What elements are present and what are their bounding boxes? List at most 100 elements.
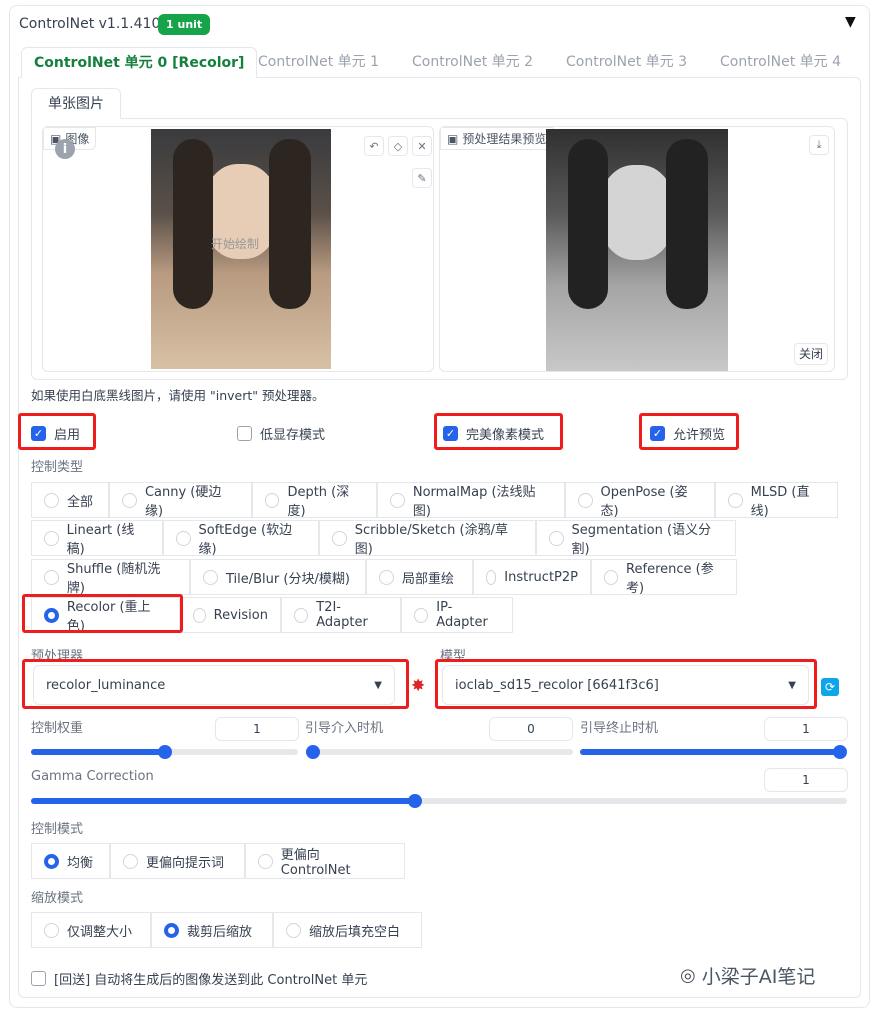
radio-dot[interactable] [549, 530, 564, 546]
run-preprocessor-icon[interactable]: ✸ [411, 676, 425, 696]
weight-label: 控制权重 [31, 721, 84, 736]
control-type-reference[interactable]: Reference (参考) [591, 559, 737, 596]
slider-fill [31, 749, 165, 755]
radio-dot[interactable] [203, 569, 218, 585]
radio-dot[interactable] [390, 492, 405, 508]
brush-icon[interactable]: ✎ [412, 168, 432, 188]
resize-mode-crop-resize[interactable]: 裁剪后缩放 [151, 912, 273, 948]
resize-mode-fill[interactable]: 缩放后填充空白 [273, 912, 422, 948]
end-input[interactable]: 1 [764, 717, 848, 741]
radio-dot[interactable] [486, 569, 497, 585]
radio-dot[interactable] [122, 492, 137, 508]
checkbox-box[interactable] [31, 971, 46, 986]
control-type-t2i-adapter[interactable]: T2I-Adapter [281, 597, 401, 633]
control-type-label: 控制类型 [31, 460, 84, 475]
radio-dot[interactable] [44, 922, 59, 938]
control-mode-controlnet[interactable]: 更偏向 ControlNet [245, 843, 405, 879]
control-type-openpose[interactable]: OpenPose (姿态) [565, 482, 715, 519]
slider-thumb[interactable] [833, 745, 847, 759]
model-select[interactable]: ioclab_sd15_recolor [6641f3c6] ▼ [442, 665, 809, 705]
weight-slider[interactable] [31, 745, 298, 759]
radio-dot[interactable] [123, 853, 138, 869]
radio-dot[interactable] [414, 607, 429, 623]
radio-dot[interactable] [728, 492, 743, 508]
control-type-all[interactable]: 全部 [31, 482, 109, 518]
panel-title[interactable]: ControlNet v1.1.410 [19, 16, 160, 32]
radio-dot[interactable] [164, 922, 179, 938]
checkbox-box[interactable]: ✓ [650, 426, 665, 441]
start-input[interactable]: 0 [489, 717, 573, 741]
close-preview-button[interactable]: 关闭 [794, 343, 829, 365]
close-icon[interactable]: ✕ [412, 136, 432, 156]
control-type-scribble[interactable]: Scribble/Sketch (涂鸦/草图) [319, 520, 536, 557]
undo-icon[interactable]: ↶ [364, 136, 384, 156]
control-type-ip-adapter[interactable]: IP-Adapter [401, 597, 513, 633]
control-type-mlsd[interactable]: MLSD (直线) [715, 482, 838, 519]
resize-mode-just-resize[interactable]: 仅调整大小 [31, 912, 151, 948]
tab-single-image[interactable]: 单张图片 [31, 88, 121, 119]
collapse-icon[interactable]: ▼ [845, 14, 856, 30]
control-mode-prompt[interactable]: 更偏向提示词 [110, 843, 245, 879]
checkbox-box[interactable] [237, 426, 252, 441]
input-image-canvas[interactable]: ▣ 图像 i 开始绘制 ↶ ◇ ✕ ✎ [42, 126, 434, 372]
allow-preview-checkbox[interactable]: ✓ 允许预览 [650, 424, 725, 443]
radio-dot[interactable] [44, 569, 59, 585]
control-type-inpaint[interactable]: 局部重绘 [366, 559, 473, 595]
control-type-softedge[interactable]: SoftEdge (软边缘) [163, 520, 319, 557]
tab-unit-2[interactable]: ControlNet 单元 2 [400, 47, 545, 78]
radio-dot[interactable] [44, 530, 59, 546]
tab-unit-1[interactable]: ControlNet 单元 1 [246, 47, 391, 78]
control-mode-balanced[interactable]: 均衡 [31, 843, 110, 879]
radio-dot[interactable] [44, 492, 59, 508]
loopback-checkbox[interactable]: [回送] 自动将生成后的图像发送到此 ControlNet 单元 [31, 969, 367, 988]
control-type-shuffle[interactable]: Shuffle (随机洗牌) [31, 559, 190, 596]
control-type-instructp2p[interactable]: InstructP2P [473, 559, 591, 595]
radio-dot[interactable] [258, 853, 273, 869]
hair-left [568, 139, 608, 309]
radio-dot[interactable] [286, 922, 301, 938]
checkbox-box[interactable]: ✓ [31, 426, 46, 441]
slider-thumb[interactable] [306, 745, 320, 759]
radio-dot[interactable] [332, 530, 347, 546]
start-slider[interactable] [306, 745, 573, 759]
gamma-input[interactable]: 1 [764, 768, 848, 792]
control-type-depth[interactable]: Depth (深度) [252, 482, 377, 519]
control-type-lineart[interactable]: Lineart (线稿) [31, 520, 163, 557]
control-mode-label: 控制模式 [31, 822, 84, 837]
slider-thumb[interactable] [157, 745, 172, 759]
radio-dot[interactable] [265, 492, 280, 508]
slider-thumb[interactable] [407, 794, 422, 808]
tab-unit-3[interactable]: ControlNet 单元 3 [554, 47, 699, 78]
refresh-icon[interactable]: ⟳ [821, 678, 839, 696]
control-type-revision[interactable]: Revision [180, 597, 281, 633]
preprocessor-select[interactable]: recolor_luminance ▼ [33, 665, 395, 705]
preview-image [546, 129, 728, 371]
radio-dot[interactable] [44, 853, 59, 869]
control-type-normalmap[interactable]: NormalMap (法线贴图) [377, 482, 565, 519]
highlight-recolor [22, 594, 183, 633]
canvas-overlay-text: 开始绘制 [211, 237, 260, 251]
radio-dot[interactable] [604, 569, 619, 585]
weight-input[interactable]: 1 [215, 717, 299, 741]
download-icon[interactable]: ⤓ [809, 135, 829, 155]
enable-checkbox[interactable]: ✓ 启用 [31, 424, 80, 443]
radio-dot[interactable] [379, 569, 394, 585]
end-label: 引导终止时机 [580, 721, 659, 736]
control-type-canny[interactable]: Canny (硬边缘) [109, 482, 252, 519]
info-icon[interactable]: i [55, 139, 75, 159]
pixel-perfect-checkbox[interactable]: ✓ 完美像素模式 [443, 424, 544, 443]
end-slider[interactable] [580, 745, 847, 759]
control-type-tile[interactable]: Tile/Blur (分块/模糊) [190, 559, 366, 595]
radio-dot[interactable] [294, 607, 309, 623]
low-vram-checkbox[interactable]: 低显存模式 [237, 424, 325, 443]
radio-dot[interactable] [578, 492, 593, 508]
radio-dot[interactable] [193, 607, 206, 623]
tab-unit-4[interactable]: ControlNet 单元 4 [708, 47, 853, 78]
radio-dot[interactable] [176, 530, 191, 546]
gamma-slider[interactable] [31, 794, 847, 808]
checkbox-box[interactable]: ✓ [443, 426, 458, 441]
tab-unit-0[interactable]: ControlNet 单元 0 [Recolor] [21, 47, 258, 78]
hair-right [666, 139, 708, 309]
control-type-segmentation[interactable]: Segmentation (语义分割) [536, 520, 736, 557]
eraser-icon[interactable]: ◇ [388, 136, 408, 156]
